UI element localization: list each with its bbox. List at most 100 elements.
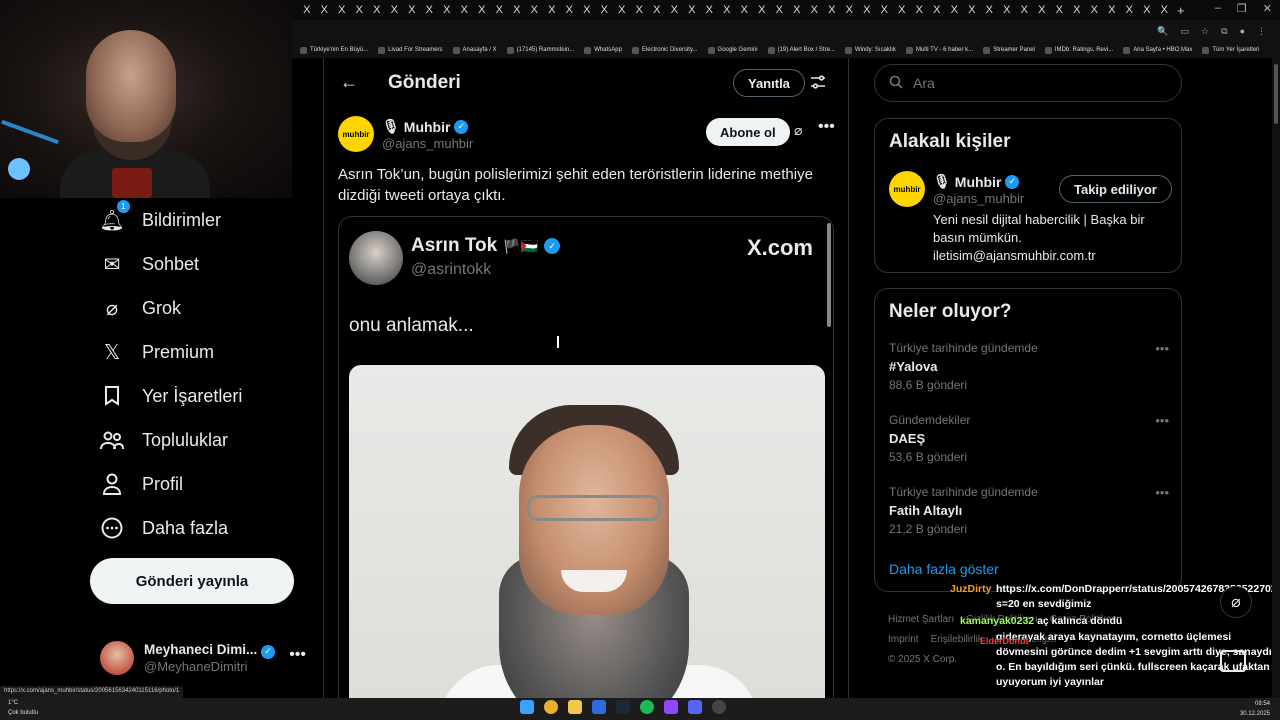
browser-tab[interactable]: X: [438, 4, 456, 16]
footer-link[interactable]: Hizmet Şartları: [888, 614, 954, 625]
browser-tab[interactable]: X: [578, 4, 596, 16]
trend-item[interactable]: Türkiye tarihinde gündemde Fatih Altaylı…: [889, 485, 1169, 536]
trend-item[interactable]: Türkiye tarihinde gündemde #Yalova 88,6 …: [889, 341, 1169, 392]
app-icon[interactable]: [688, 700, 702, 714]
browser-tab[interactable]: X: [596, 4, 614, 16]
obs-icon[interactable]: [712, 700, 726, 714]
subscribe-button[interactable]: Abone ol: [706, 118, 790, 146]
bookmark-item[interactable]: Google Gemini: [707, 46, 758, 54]
footer-link[interactable]: Imprint: [888, 634, 919, 645]
more-icon[interactable]: •••: [1155, 485, 1169, 500]
browser-tab[interactable]: X: [666, 4, 684, 16]
related-name[interactable]: 🎙 Muhbir ✓: [933, 173, 1020, 190]
grok-icon[interactable]: ⌀: [794, 122, 802, 139]
browser-tab[interactable]: X: [1016, 4, 1034, 16]
restore-icon[interactable]: ❐: [1237, 2, 1247, 15]
trend-item[interactable]: Gündemdekiler DAEŞ 53,6 B gönderi •••: [889, 413, 1169, 464]
browser-tab[interactable]: X: [368, 4, 386, 16]
new-tab-icon[interactable]: +: [1177, 3, 1185, 18]
embed-photo[interactable]: [349, 365, 825, 698]
author-name[interactable]: 🎙 Muhbir ✓: [382, 118, 469, 135]
browser-tab[interactable]: X: [858, 4, 876, 16]
browser-tab[interactable]: X: [333, 4, 351, 16]
clock[interactable]: 08:54 30.12.2025: [1240, 699, 1270, 719]
reply-button[interactable]: Yanıtla: [733, 69, 805, 97]
star-icon[interactable]: ☆: [1201, 26, 1209, 37]
browser-tab[interactable]: X: [491, 4, 509, 16]
browser-tab[interactable]: X: [351, 4, 369, 16]
page-scrollbar[interactable]: [1272, 58, 1280, 698]
filter-icon[interactable]: [810, 74, 826, 95]
browser-tab[interactable]: X: [1121, 4, 1139, 16]
steam-icon[interactable]: [616, 700, 630, 714]
browser-tab[interactable]: X: [981, 4, 999, 16]
messages-icon[interactable]: [1220, 650, 1246, 672]
bookmark-item[interactable]: WhatsApp: [584, 46, 622, 54]
bookmark-item[interactable]: Tüm Yer İşaretleri: [1202, 46, 1259, 54]
bookmark-item[interactable]: Multi TV - 6 haber k...: [905, 46, 973, 54]
more-icon[interactable]: •••: [818, 118, 835, 136]
cast-icon[interactable]: ▭: [1181, 26, 1190, 37]
windows-start-icon[interactable]: [520, 700, 534, 714]
browser-tab[interactable]: X: [1086, 4, 1104, 16]
browser-tab[interactable]: X: [701, 4, 719, 16]
browser-tab[interactable]: X: [561, 4, 579, 16]
post-button[interactable]: Gönderi yayınla: [90, 558, 294, 604]
search-input[interactable]: Ara: [874, 64, 1182, 102]
bookmark-item[interactable]: (17145) Rammstein...: [506, 46, 574, 54]
bookmark-item[interactable]: Electronic Diversity...: [631, 46, 698, 54]
weather-widget[interactable]: 1°C Çok bulutlu: [8, 698, 38, 718]
browser-tab[interactable]: X: [298, 4, 316, 16]
nav-item-premium[interactable]: 𝕏 Premium: [100, 340, 214, 364]
grok-floating-icon[interactable]: ⌀: [1220, 586, 1252, 618]
browser-tab[interactable]: X: [823, 4, 841, 16]
browser-tab[interactable]: X: [1051, 4, 1069, 16]
browser-tab[interactable]: X: [1138, 4, 1156, 16]
nav-item-notifications[interactable]: 🔔︎ 1 Bildirimler: [99, 200, 221, 232]
browser-tab[interactable]: X: [613, 4, 631, 16]
browser-tab[interactable]: X: [631, 4, 649, 16]
bookmark-item[interactable]: Türkiye'nin En Büyü...: [300, 46, 368, 54]
browser-tab[interactable]: X: [911, 4, 929, 16]
browser-tab[interactable]: X: [1033, 4, 1051, 16]
browser-tab[interactable]: X: [648, 4, 666, 16]
bookmark-item[interactable]: Anasayfa / X: [452, 46, 497, 54]
nav-item-communities[interactable]: Topluluklar: [100, 428, 228, 452]
nav-item-profile[interactable]: Profil: [100, 472, 183, 496]
browser-tab[interactable]: X: [771, 4, 789, 16]
browser-tab[interactable]: X: [473, 4, 491, 16]
bookmark-item[interactable]: Livad For Streamers: [378, 46, 443, 54]
embedded-tweet-image[interactable]: Asrın Tok 🏴🇵🇸 ✓ @asrintokk X.com onu anlam…: [338, 216, 834, 698]
nav-item-grok[interactable]: ⌀ Grok: [100, 296, 181, 320]
browser-tab[interactable]: X: [316, 4, 334, 16]
account-switcher[interactable]: Meyhaneci Dimi... ✓ @MeyhaneDimitri •••: [100, 636, 310, 680]
browser-tab[interactable]: X: [421, 4, 439, 16]
chrome-icon[interactable]: [544, 700, 558, 714]
browser-tab[interactable]: X: [508, 4, 526, 16]
bookmark-item[interactable]: Ana Sayfa • HBO Max: [1123, 46, 1192, 54]
nav-item-more[interactable]: Daha fazla: [100, 516, 228, 540]
more-icon[interactable]: •••: [1155, 341, 1169, 356]
bookmark-item[interactable]: Streamer Panel: [983, 46, 1035, 54]
browser-tab[interactable]: X: [876, 4, 894, 16]
nav-item-bookmarks[interactable]: Yer İşaretleri: [100, 384, 242, 408]
browser-tab[interactable]: X: [893, 4, 911, 16]
author-handle[interactable]: @ajans_muhbir: [382, 136, 473, 151]
scrollbar-thumb[interactable]: [1274, 64, 1278, 124]
browser-tab[interactable]: X: [998, 4, 1016, 16]
browser-tab[interactable]: X: [963, 4, 981, 16]
following-button[interactable]: Takip ediliyor: [1059, 175, 1172, 203]
menu-icon[interactable]: ⋮: [1257, 26, 1266, 37]
browser-tab[interactable]: X: [1068, 4, 1086, 16]
back-arrow-icon[interactable]: ←: [340, 72, 358, 93]
browser-tab[interactable]: X: [788, 4, 806, 16]
twitch-icon[interactable]: [664, 700, 678, 714]
bookmark-item[interactable]: IMDb: Ratings, Revi...: [1044, 46, 1113, 54]
browser-tab[interactable]: X: [841, 4, 859, 16]
show-more-link[interactable]: Daha fazla göster: [889, 561, 999, 577]
browser-tab[interactable]: X: [1156, 4, 1174, 16]
browser-tab[interactable]: X: [683, 4, 701, 16]
folder-icon[interactable]: [568, 700, 582, 714]
browser-tab[interactable]: X: [526, 4, 544, 16]
spotify-icon[interactable]: [640, 700, 654, 714]
